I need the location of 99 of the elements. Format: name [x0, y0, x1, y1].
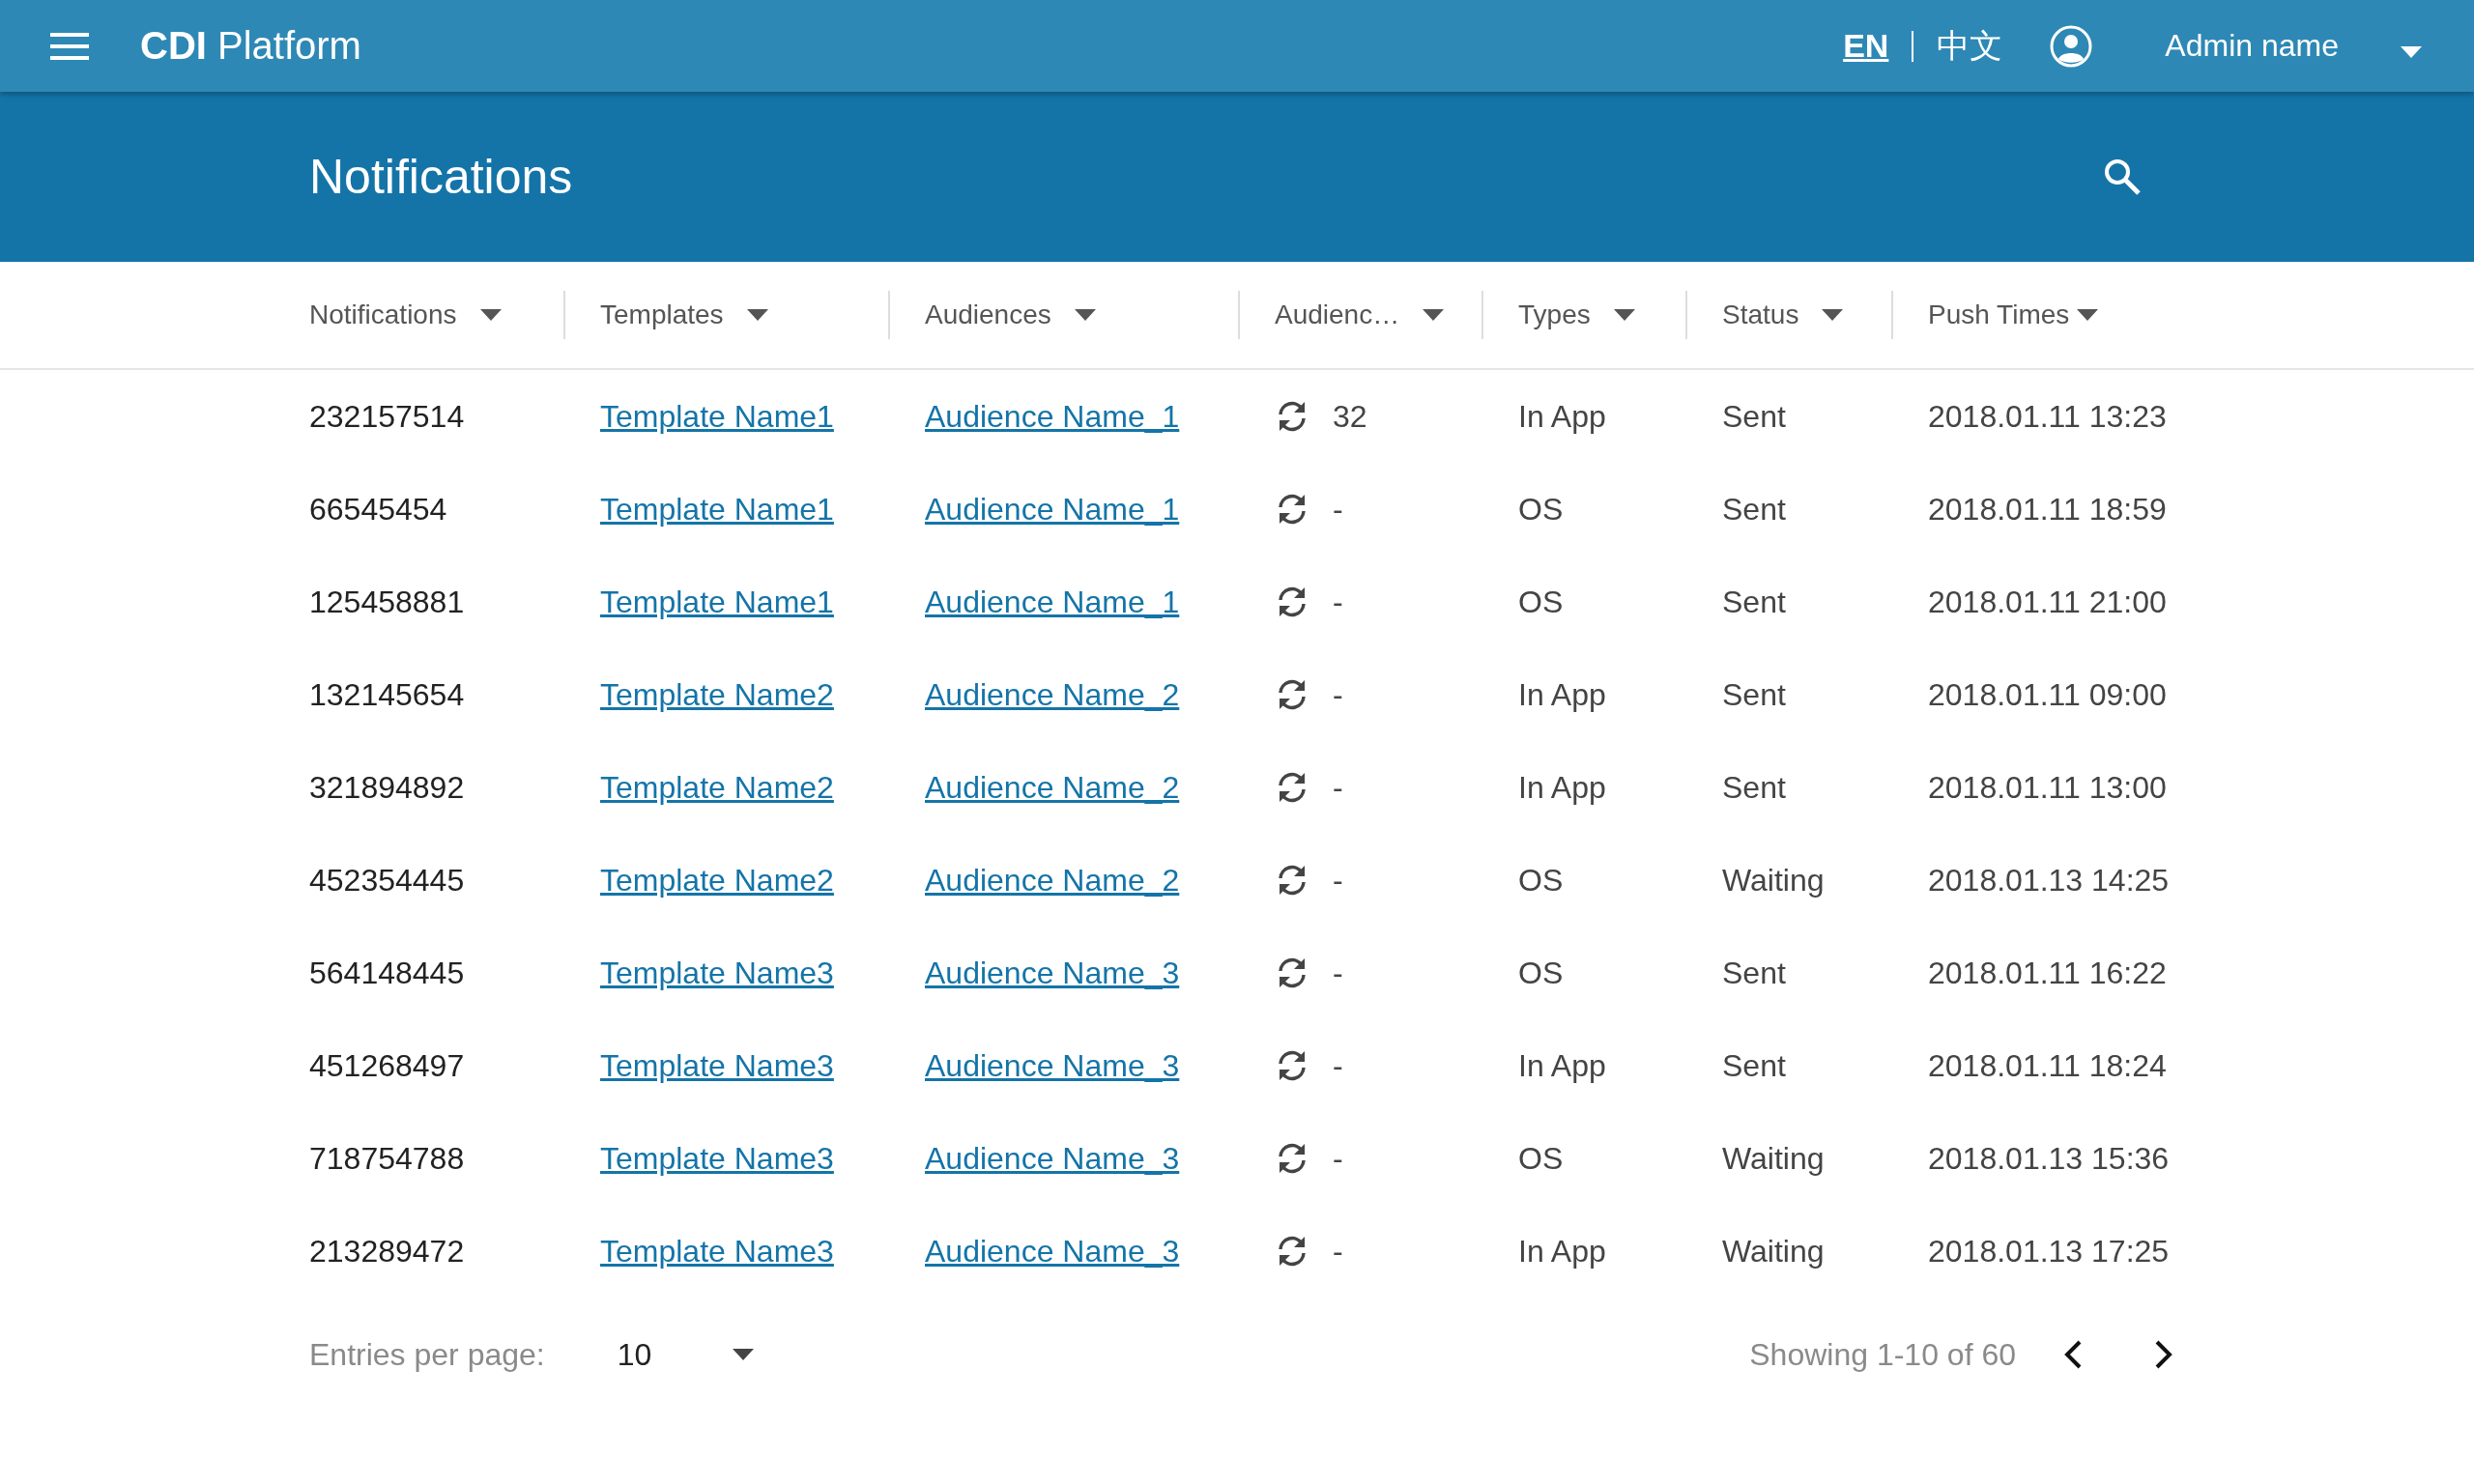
language-link[interactable]: EN: [1843, 27, 1889, 65]
user-avatar-icon[interactable]: [2049, 23, 2094, 69]
table-cell: In App: [1518, 1233, 1606, 1270]
template-link[interactable]: Template Name3: [600, 955, 834, 991]
table-cell: 564148445: [309, 955, 465, 991]
table-cell: Waiting: [1722, 1140, 1825, 1177]
column-header[interactable]: Status: [1722, 300, 1799, 330]
audience-link[interactable]: Audience Name_2: [925, 862, 1180, 899]
menu-icon[interactable]: [50, 32, 89, 60]
column-header[interactable]: Types: [1518, 300, 1591, 330]
sort-caret-icon: [1423, 309, 1445, 321]
sort-caret-icon: [1074, 309, 1096, 321]
table-cell: Sent: [1722, 676, 1786, 713]
previous-page-icon[interactable]: [2062, 1339, 2084, 1370]
table-cell: -: [1333, 491, 1343, 528]
table-cell: In App: [1518, 398, 1606, 435]
table-cell: -: [1333, 584, 1343, 620]
sort-caret-icon: [1613, 309, 1635, 321]
table-cell: -: [1333, 1233, 1343, 1270]
table-cell: 2018.01.13 14:25: [1928, 862, 2170, 899]
audience-link[interactable]: Audience Name_2: [925, 676, 1180, 713]
audience-link[interactable]: Audience Name_3: [925, 955, 1180, 991]
table-cell: 132145654: [309, 676, 465, 713]
table-cell: Waiting: [1722, 1233, 1825, 1270]
column-header[interactable]: Notifications: [309, 300, 457, 330]
column-header[interactable]: Templates: [600, 300, 724, 330]
table-cell: OS: [1518, 955, 1564, 991]
sort-caret-icon: [746, 309, 768, 321]
template-link[interactable]: Template Name2: [600, 769, 834, 806]
table-cell: -: [1333, 1047, 1343, 1084]
sort-caret-icon: [1822, 309, 1844, 321]
table-cell: 718754788: [309, 1140, 465, 1177]
table-cell: 321894892: [309, 769, 465, 806]
table-cell: OS: [1518, 862, 1564, 899]
search-icon[interactable]: [2103, 157, 2142, 196]
table-cell: Sent: [1722, 398, 1786, 435]
user-name[interactable]: Admin name: [2165, 28, 2339, 64]
table-cell: Waiting: [1722, 862, 1825, 899]
table-cell: Sent: [1722, 955, 1786, 991]
column-header[interactable]: Push Times: [1928, 300, 2070, 330]
table-cell: In App: [1518, 769, 1606, 806]
table-cell: OS: [1518, 491, 1564, 528]
column-header[interactable]: Audienc…: [1275, 300, 1400, 330]
template-link[interactable]: Template Name2: [600, 862, 834, 899]
app-title: CDI Platform: [140, 24, 361, 68]
table-cell: OS: [1518, 584, 1564, 620]
audience-link[interactable]: Audience Name_1: [925, 584, 1180, 620]
audience-link[interactable]: Audience Name_3: [925, 1233, 1180, 1270]
table-cell: 232157514: [309, 398, 465, 435]
table-cell: -: [1333, 1140, 1343, 1177]
table-cell: -: [1333, 862, 1343, 899]
template-link[interactable]: Template Name3: [600, 1233, 834, 1270]
table-cell: 2018.01.11 18:59: [1928, 491, 2167, 528]
table-cell: 32: [1333, 398, 1367, 435]
table-cell: 2018.01.11 09:00: [1928, 676, 2167, 713]
sort-caret-icon: [479, 309, 502, 321]
audience-link[interactable]: Audience Name_3: [925, 1047, 1180, 1084]
table-cell: Sent: [1722, 491, 1786, 528]
table-cell: 66545454: [309, 491, 447, 528]
caret-icon: [733, 1349, 755, 1360]
table-cell: 213289472: [309, 1233, 465, 1270]
table-cell: -: [1333, 769, 1343, 806]
table-cell: 2018.01.11 21:00: [1928, 584, 2167, 620]
language-link[interactable]: 中文: [1937, 23, 2003, 69]
table-cell: 2018.01.11 16:22: [1928, 955, 2167, 991]
table-cell: 2018.01.11 18:24: [1928, 1047, 2167, 1084]
caret-icon: [2401, 46, 2422, 58]
audience-link[interactable]: Audience Name_1: [925, 491, 1180, 528]
audience-link[interactable]: Audience Name_3: [925, 1140, 1180, 1177]
table-cell: 125458881: [309, 584, 465, 620]
table-cell: 2018.01.11 13:00: [1928, 769, 2167, 806]
template-link[interactable]: Template Name3: [600, 1140, 834, 1177]
template-link[interactable]: Template Name1: [600, 491, 834, 528]
pagination-status: Showing 1-10 of 60: [1749, 1336, 2016, 1373]
table-cell: Sent: [1722, 1047, 1786, 1084]
entries-per-page-dropdown[interactable]: 10: [617, 1336, 755, 1373]
page-title: Notifications: [309, 149, 574, 205]
column-header[interactable]: Audiences: [925, 300, 1051, 330]
template-link[interactable]: Template Name1: [600, 584, 834, 620]
template-link[interactable]: Template Name3: [600, 1047, 834, 1084]
table-cell: 2018.01.13 15:36: [1928, 1140, 2170, 1177]
table-cell: Sent: [1722, 584, 1786, 620]
template-link[interactable]: Template Name1: [600, 398, 834, 435]
table-cell: 2018.01.11 13:23: [1928, 398, 2167, 435]
table-cell: -: [1333, 676, 1343, 713]
table-cell: OS: [1518, 1140, 1564, 1177]
audience-link[interactable]: Audience Name_1: [925, 398, 1180, 435]
entries-label: Entries per page:: [309, 1336, 545, 1373]
next-page-icon[interactable]: [2153, 1339, 2174, 1370]
table-cell: In App: [1518, 1047, 1606, 1084]
table-cell: 452354445: [309, 862, 465, 899]
table-cell: In App: [1518, 676, 1606, 713]
template-link[interactable]: Template Name2: [600, 676, 834, 713]
sort-caret-icon: [2077, 309, 2099, 321]
table-cell: -: [1333, 955, 1343, 991]
table-cell: Sent: [1722, 769, 1786, 806]
audience-link[interactable]: Audience Name_2: [925, 769, 1180, 806]
table-cell: 451268497: [309, 1047, 465, 1084]
table-cell: 2018.01.13 17:25: [1928, 1233, 2170, 1270]
